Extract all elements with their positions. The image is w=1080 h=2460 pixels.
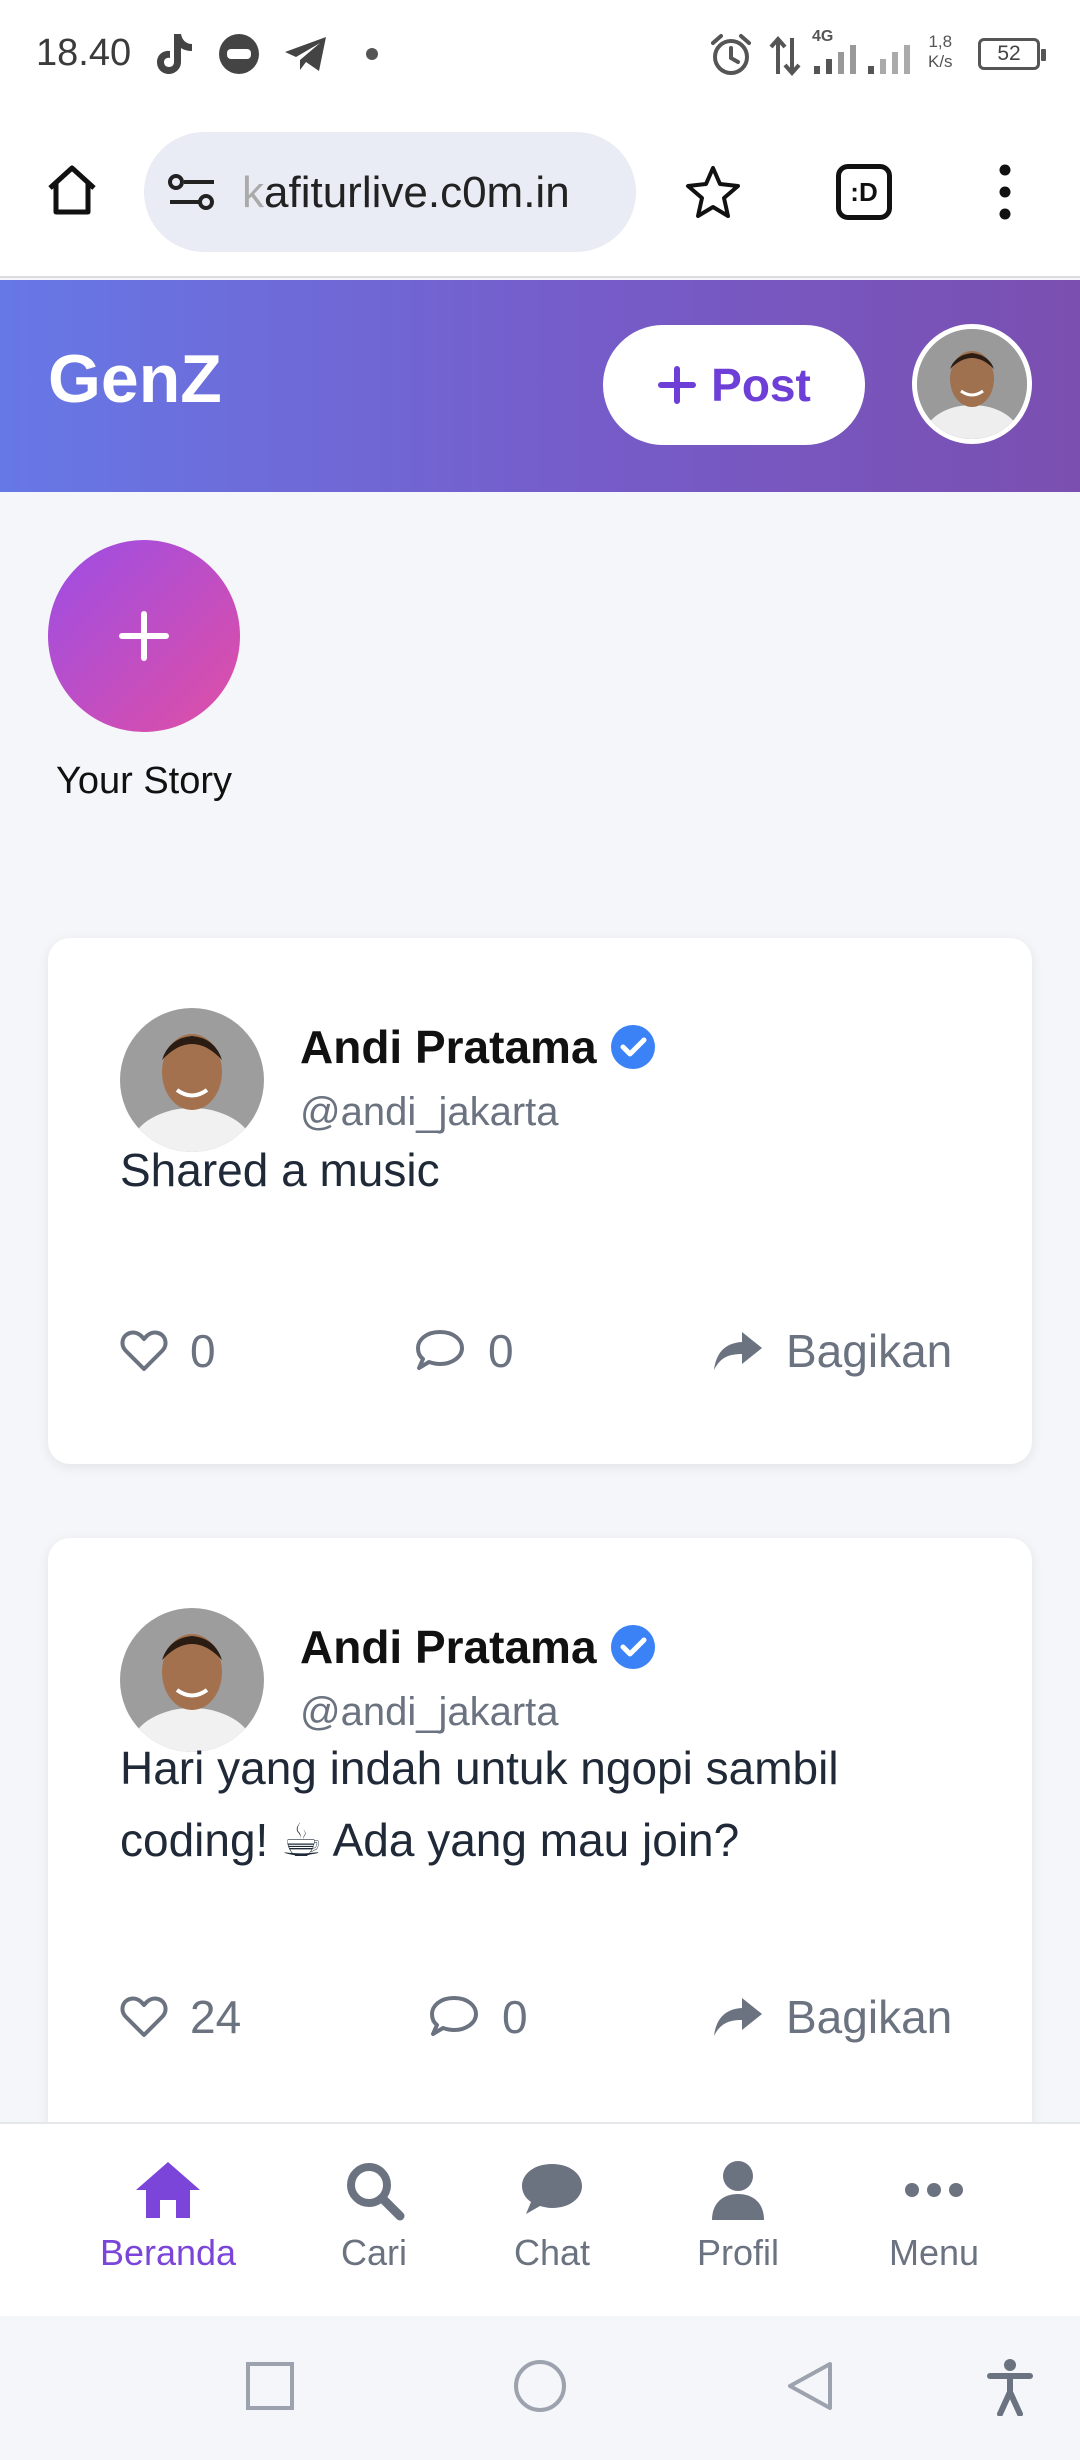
status-time: 18.40: [36, 32, 132, 74]
battery-icon: 52: [978, 38, 1046, 70]
plus-icon: [658, 366, 697, 404]
home-nav-icon[interactable]: [512, 2358, 568, 2414]
bottom-navigation: Beranda Cari Chat Profil Menu: [0, 2122, 1080, 2316]
nav-label-beranda: Beranda: [99, 2232, 237, 2273]
telegram-icon: [285, 37, 326, 71]
post-author-name[interactable]: Andi Pratama: [300, 1620, 657, 1674]
app-header: GenZ Post: [0, 280, 1080, 492]
post-card: Andi Pratama @andi_jakarta Shared a musi…: [48, 938, 1032, 1464]
nav-item-profil[interactable]: Profil: [658, 2154, 818, 2274]
url-text[interactable]: kafiturlive.c0m.in: [242, 168, 570, 218]
nav-item-cari[interactable]: Cari: [294, 2154, 454, 2274]
comment-button[interactable]: 0: [414, 1324, 514, 1378]
data-transfer-icon: [769, 35, 801, 77]
ellipsis-icon: [905, 2183, 963, 2197]
chat-icon: [522, 2164, 582, 2214]
create-post-label: Post: [711, 359, 811, 411]
nav-item-chat[interactable]: Chat: [472, 2154, 632, 2274]
status-bar: 18.40 4G 1,8 K/s 52: [0, 0, 1080, 112]
post-author-avatar[interactable]: [120, 1608, 264, 1752]
comment-icon: [416, 1330, 464, 1370]
signal-icon-2: [868, 45, 910, 74]
notification-dot: [366, 48, 378, 60]
nav-label-menu: Menu: [888, 2232, 980, 2273]
nav-label-profil: Profil: [696, 2232, 780, 2273]
more-options-icon[interactable]: [990, 162, 1020, 222]
user-icon: [712, 2161, 764, 2220]
like-button[interactable]: 24: [120, 1990, 241, 2044]
heart-icon: [120, 1330, 168, 1371]
battery-level: 52: [997, 42, 1021, 65]
add-story-button[interactable]: [48, 540, 240, 732]
system-navigation-bar: [0, 2316, 1080, 2460]
tab-switcher-button[interactable]: :D: [836, 164, 892, 220]
post-author-name[interactable]: Andi Pratama: [300, 1020, 657, 1074]
share-arrow-icon: [714, 1998, 762, 2036]
alarm-icon: [711, 34, 751, 75]
comment-icon: [430, 1996, 478, 2036]
browser-toolbar: kafiturlive.c0m.in :D: [0, 112, 1080, 278]
verified-badge-icon: [610, 1625, 655, 1669]
brand-logo[interactable]: GenZ: [48, 340, 222, 418]
comment-count: 0: [488, 1325, 514, 1377]
nav-item-menu[interactable]: Menu: [854, 2154, 1014, 2274]
nav-item-beranda[interactable]: Beranda: [88, 2154, 248, 2274]
post-author-handle: @andi_jakarta: [300, 1690, 559, 1734]
nav-label-cari: Cari: [340, 2232, 407, 2273]
address-bar[interactable]: kafiturlive.c0m.in: [144, 132, 636, 252]
like-button[interactable]: 0: [120, 1324, 216, 1378]
comment-button[interactable]: 0: [428, 1990, 528, 2044]
share-button[interactable]: Bagikan: [712, 1990, 952, 2044]
comment-count: 0: [502, 1991, 528, 2043]
bookmark-star-icon[interactable]: [684, 164, 742, 220]
post-text: Hari yang indah untuk ngopi sambil codin…: [120, 1742, 839, 1866]
share-arrow-icon: [714, 1332, 762, 1370]
home-button-icon[interactable]: [42, 160, 102, 220]
post-text: Shared a music: [120, 1144, 440, 1196]
tiktok-icon: [157, 34, 192, 74]
message-app-icon: [219, 34, 259, 74]
like-count: 24: [190, 1991, 242, 2043]
network-speed: 1,8 K/s: [928, 32, 953, 71]
share-button[interactable]: Bagikan: [712, 1324, 952, 1378]
post-author-avatar[interactable]: [120, 1008, 264, 1152]
heart-icon: [120, 1996, 168, 2037]
signal-icon-1: [814, 45, 856, 74]
share-label: Bagikan: [786, 1991, 953, 2043]
search-icon: [347, 2163, 405, 2221]
post-card: Andi Pratama @andi_jakarta Hari yang ind…: [48, 1538, 1032, 2178]
your-story-label: Your Story: [55, 760, 233, 802]
post-author-handle: @andi_jakarta: [300, 1090, 559, 1134]
like-count: 0: [190, 1325, 216, 1377]
back-icon[interactable]: [784, 2358, 836, 2414]
nav-label-chat: Chat: [513, 2232, 591, 2273]
verified-badge-icon: [610, 1025, 655, 1069]
add-story-plus-icon: [119, 611, 169, 661]
home-icon: [136, 2162, 200, 2218]
user-avatar[interactable]: [912, 324, 1032, 444]
share-label: Bagikan: [786, 1325, 953, 1377]
recent-apps-icon[interactable]: [244, 2360, 296, 2412]
create-post-button[interactable]: Post: [603, 325, 865, 445]
site-settings-icon[interactable]: [166, 170, 218, 214]
accessibility-icon[interactable]: [986, 2358, 1034, 2416]
